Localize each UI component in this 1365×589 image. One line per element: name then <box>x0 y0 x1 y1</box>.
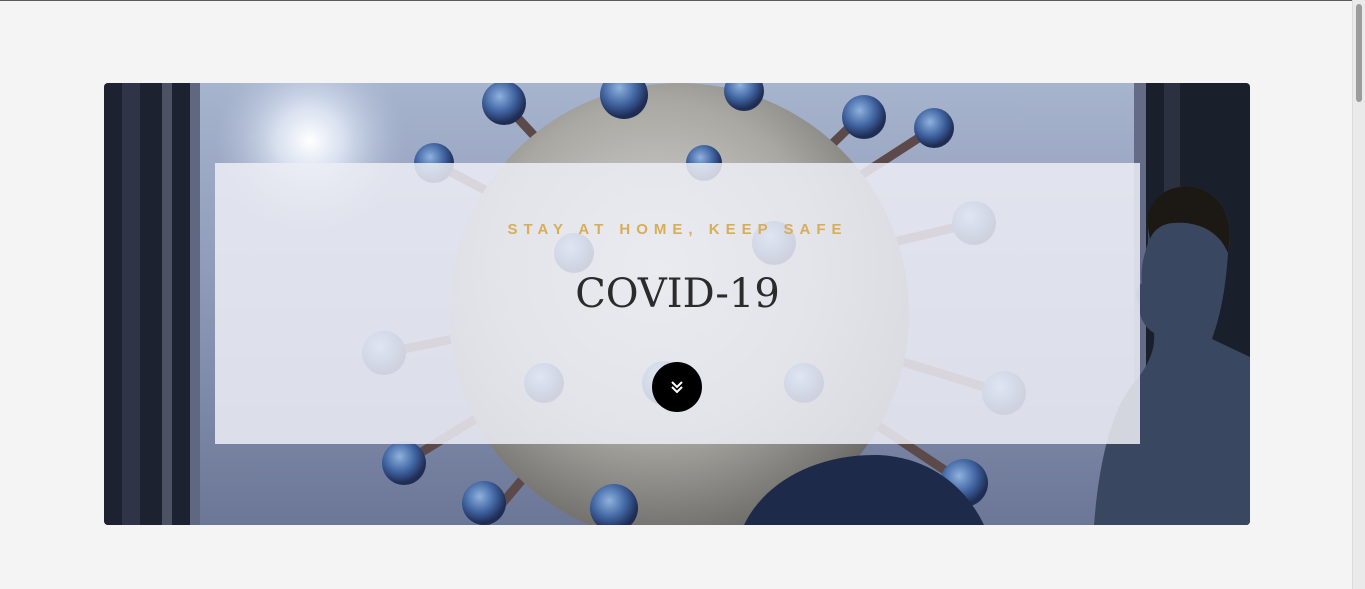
hero-title: COVID-19 <box>575 271 780 317</box>
hero-text-panel: STAY AT HOME, KEEP SAFE COVID-19 <box>215 163 1140 444</box>
hero-tagline: STAY AT HOME, KEEP SAFE <box>507 221 848 238</box>
vertical-scrollbar[interactable] <box>1352 0 1365 589</box>
page: STAY AT HOME, KEEP SAFE COVID-19 <box>0 0 1353 589</box>
double-chevron-down-icon <box>671 381 683 394</box>
scroll-down-button[interactable] <box>652 362 702 412</box>
hero-banner: STAY AT HOME, KEEP SAFE COVID-19 <box>104 83 1250 525</box>
scrollbar-thumb[interactable] <box>1356 4 1362 102</box>
